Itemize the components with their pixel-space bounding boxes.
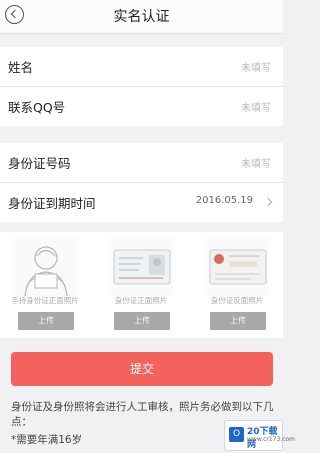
qq-row[interactable]: 联系QQ号 未填写 bbox=[0, 87, 283, 126]
site-watermark: O 20下载网 www.cr173.com bbox=[224, 420, 295, 451]
qq-label: 联系QQ号 bbox=[8, 100, 66, 115]
qq-value[interactable]: 未填写 bbox=[241, 99, 271, 114]
page-title: 实名认证 bbox=[113, 9, 170, 25]
top-bar: 实名认证 bbox=[0, 0, 283, 34]
contact-group: 姓名 未填写 联系QQ号 未填写 bbox=[0, 47, 283, 126]
chevron-right-icon bbox=[263, 197, 273, 207]
expiry-row[interactable]: 身份证到期时间 2016.05.19 bbox=[0, 183, 283, 222]
upload-caption: 身份证反面照片 bbox=[210, 296, 264, 305]
id-card-front-icon bbox=[111, 238, 173, 296]
notice-bullet: *需要年满16岁 bbox=[11, 434, 83, 446]
submit-button[interactable]: 提交 bbox=[11, 352, 273, 386]
name-value[interactable]: 未填写 bbox=[241, 59, 271, 74]
upload-button[interactable]: 上传 bbox=[210, 312, 266, 330]
upload-caption: 手持身份证正面照片 bbox=[11, 296, 79, 305]
name-row[interactable]: 姓名 未填写 bbox=[0, 47, 283, 87]
id-number-value[interactable]: 未填写 bbox=[241, 155, 271, 170]
id-number-label: 身份证号码 bbox=[8, 156, 71, 171]
expiry-value: 2016.05.19 bbox=[195, 195, 253, 206]
id-card-back-icon bbox=[207, 238, 269, 296]
id-group: 身份证号码 未填写 身份证到期时间 2016.05.19 bbox=[0, 143, 283, 222]
upload-caption: 身份证正面照片 bbox=[114, 296, 168, 305]
name-label: 姓名 bbox=[8, 60, 34, 75]
upload-button[interactable]: 上传 bbox=[18, 312, 74, 330]
id-number-row[interactable]: 身份证号码 未填写 bbox=[0, 143, 283, 183]
person-holding-id-icon bbox=[15, 238, 77, 297]
expiry-label: 身份证到期时间 bbox=[8, 196, 96, 211]
site-logo-icon: O bbox=[229, 427, 244, 442]
upload-area: 手持身份证正面照片 上传 身份证正面照片 上传 身份证反面照片 上传 bbox=[0, 232, 283, 338]
site-url: www.cr173.com bbox=[247, 436, 296, 443]
upload-button[interactable]: 上传 bbox=[114, 312, 170, 330]
